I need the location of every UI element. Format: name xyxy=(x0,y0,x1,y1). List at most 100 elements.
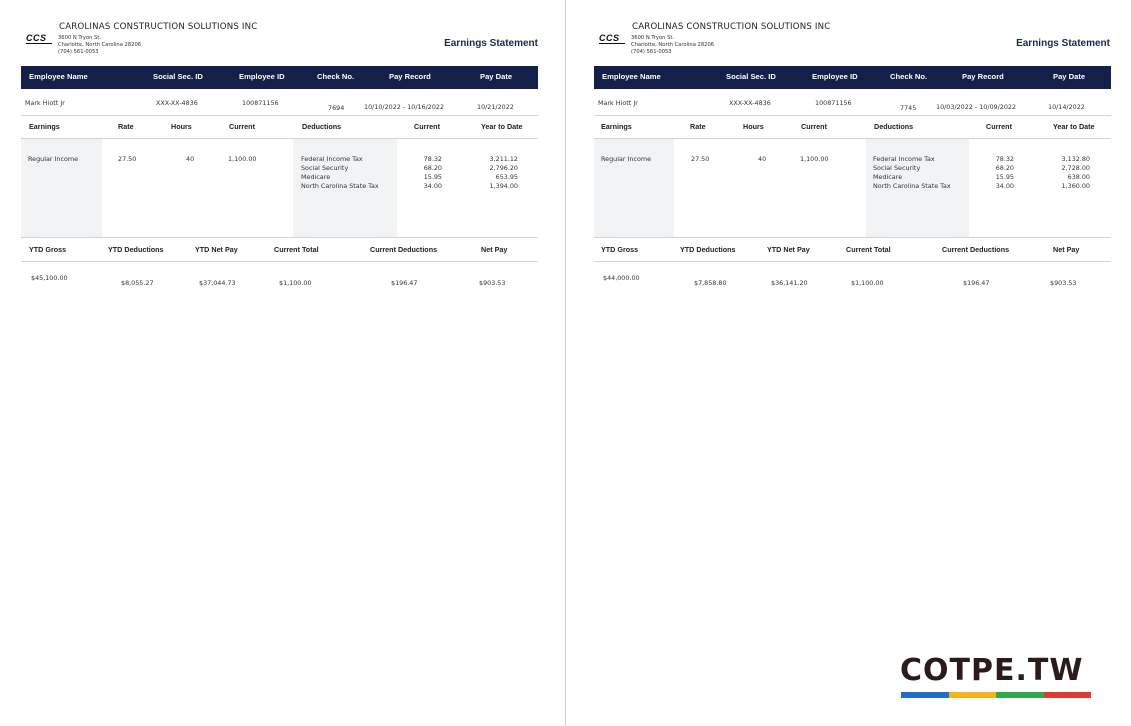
deduction-current-value: 68.20 xyxy=(995,164,1014,172)
deduction-current-value: 68.20 xyxy=(423,164,442,172)
earning-rate: 27.50 xyxy=(118,155,137,163)
check-no-value: 7694 xyxy=(328,104,345,112)
deduction-names: Federal Income Tax Social Security Medic… xyxy=(301,155,379,191)
ytd-deductions-value: $7,858.80 xyxy=(694,279,727,287)
earnings-shade xyxy=(594,139,674,237)
deduction-ytd-value: 653.95 xyxy=(495,173,518,181)
current-deductions-value: $196.47 xyxy=(963,279,990,287)
deduction-social-security: Social Security xyxy=(873,164,921,172)
earning-current: 1,100.00 xyxy=(228,155,257,163)
pay-date-value: 10/14/2022 xyxy=(1048,103,1085,111)
col-ytd-net-pay: YTD Net Pay xyxy=(195,245,238,254)
col-ytd-gross: YTD Gross xyxy=(601,245,639,254)
col-employee-id: Employee ID xyxy=(239,72,285,81)
ytd-net-pay-value: $36,141.20 xyxy=(771,279,808,287)
address-line-1: 3600 N Tryon St. xyxy=(58,35,102,41)
col-employee-id: Employee ID xyxy=(812,72,858,81)
col-pay-date: Pay Date xyxy=(480,72,513,81)
watermark-bar-yellow xyxy=(948,692,996,698)
col-current: Current xyxy=(229,122,255,131)
employee-header-bar: Employee Name Social Sec. ID Employee ID… xyxy=(594,66,1111,89)
current-deductions-value: $196.47 xyxy=(391,279,418,287)
company-address: 3600 N Tryon St. Charlotte, North Caroli… xyxy=(631,35,714,56)
pay-record-value: 10/10/2022 - 10/16/2022 xyxy=(364,103,445,111)
deduction-medicare: Medicare xyxy=(301,173,331,181)
col-check-no: Check No. xyxy=(317,72,355,81)
company-name: CAROLINAS CONSTRUCTION SOLUTIONS INC xyxy=(59,22,258,32)
watermark-text: COTPE.TW xyxy=(900,653,1084,688)
ytd-net-pay-value: $37,044.73 xyxy=(199,279,236,287)
col-pay-record: Pay Record xyxy=(962,72,1004,81)
deduction-current-value: 78.32 xyxy=(995,155,1014,163)
col-current-deductions: Current Deductions xyxy=(370,245,438,254)
col-current-total: Current Total xyxy=(846,245,891,254)
deduction-state: North Carolina State Tax xyxy=(873,182,951,190)
deduction-current-value: 15.95 xyxy=(423,173,442,181)
col-pay-date: Pay Date xyxy=(1053,72,1086,81)
company-address: 3600 N Tryon St. Charlotte, North Caroli… xyxy=(58,35,141,56)
col-deductions-current: Current xyxy=(986,122,1012,131)
deductions-current-values: 78.32 68.20 15.95 34.00 xyxy=(968,155,1014,191)
col-deductions-current: Current xyxy=(414,122,440,131)
col-check-no: Check No. xyxy=(890,72,928,81)
earning-label: Regular Income xyxy=(28,155,79,163)
current-total-value: $1,100.00 xyxy=(279,279,312,287)
address-line-2: Charlotte, North Carolina 28206 xyxy=(58,42,142,48)
deduction-names: Federal Income Tax Social Security Medic… xyxy=(873,155,951,191)
rule xyxy=(594,237,1111,238)
earning-hours: 40 xyxy=(758,155,767,163)
net-pay-value: $903.53 xyxy=(1050,279,1077,287)
company-header: CCS CAROLINAS CONSTRUCTION SOLUTIONS INC… xyxy=(26,22,326,62)
earning-hours: 40 xyxy=(186,155,195,163)
earning-label: Regular Income xyxy=(601,155,652,163)
logo-underline xyxy=(26,43,52,44)
deduction-social-security: Social Security xyxy=(301,164,349,172)
net-pay-value: $903.53 xyxy=(479,279,506,287)
ytd-gross-value: $44,000.00 xyxy=(603,274,640,282)
col-employee-name: Employee Name xyxy=(602,72,661,81)
deduction-ytd-value: 2,728.00 xyxy=(1061,164,1090,172)
company-logo: CCS xyxy=(599,34,626,46)
col-rate: Rate xyxy=(690,122,706,131)
col-hours: Hours xyxy=(171,122,192,131)
employee-id-value: 100871156 xyxy=(815,99,852,107)
col-employee-name: Employee Name xyxy=(29,72,88,81)
watermark-bar-green xyxy=(996,692,1044,698)
deduction-ytd-value: 1,360.00 xyxy=(1061,182,1090,190)
rule xyxy=(21,115,538,116)
col-hours: Hours xyxy=(743,122,764,131)
col-net-pay: Net Pay xyxy=(481,245,508,254)
logo-underline xyxy=(599,43,625,44)
col-ytd-deductions: YTD Deductions xyxy=(108,245,164,254)
check-no-value: 7745 xyxy=(900,104,917,112)
watermark-bar-red xyxy=(1043,692,1091,698)
earnings-statement-1: CCS CAROLINAS CONSTRUCTION SOLUTIONS INC… xyxy=(0,0,565,726)
employee-name: Mark Hiott Jr xyxy=(25,99,65,107)
rule xyxy=(21,261,538,262)
col-current-total: Current Total xyxy=(274,245,319,254)
rule xyxy=(594,261,1111,262)
employee-id-value: 100871156 xyxy=(242,99,279,107)
deduction-current-value: 34.00 xyxy=(995,182,1014,190)
col-net-pay: Net Pay xyxy=(1053,245,1080,254)
deductions-current-values: 78.32 68.20 15.95 34.00 xyxy=(396,155,442,191)
earnings-shade xyxy=(21,139,102,237)
deduction-current-value: 34.00 xyxy=(423,182,442,190)
col-current-deductions: Current Deductions xyxy=(942,245,1010,254)
statement-title: Earnings Statement xyxy=(1016,38,1110,49)
address-line-1: 3600 N Tryon St. xyxy=(631,35,675,41)
col-pay-record: Pay Record xyxy=(389,72,431,81)
col-social-sec-id: Social Sec. ID xyxy=(726,72,776,81)
company-phone: (704) 561-0053 xyxy=(631,49,672,55)
company-phone: (704) 561-0053 xyxy=(58,49,99,55)
col-social-sec-id: Social Sec. ID xyxy=(153,72,203,81)
col-earnings: Earnings xyxy=(601,122,632,131)
earning-rate: 27.50 xyxy=(691,155,710,163)
deductions-ytd-values: 3,211.12 2,796.20 653.95 1,394.00 xyxy=(470,155,518,191)
deduction-current-value: 78.32 xyxy=(423,155,442,163)
rule xyxy=(21,237,538,238)
employee-header-bar: Employee Name Social Sec. ID Employee ID… xyxy=(21,66,538,89)
watermark-color-bars xyxy=(901,692,1091,698)
earnings-statement-2: CCS CAROLINAS CONSTRUCTION SOLUTIONS INC… xyxy=(566,0,1131,726)
ssn-value: XXX-XX-4836 xyxy=(729,99,771,107)
